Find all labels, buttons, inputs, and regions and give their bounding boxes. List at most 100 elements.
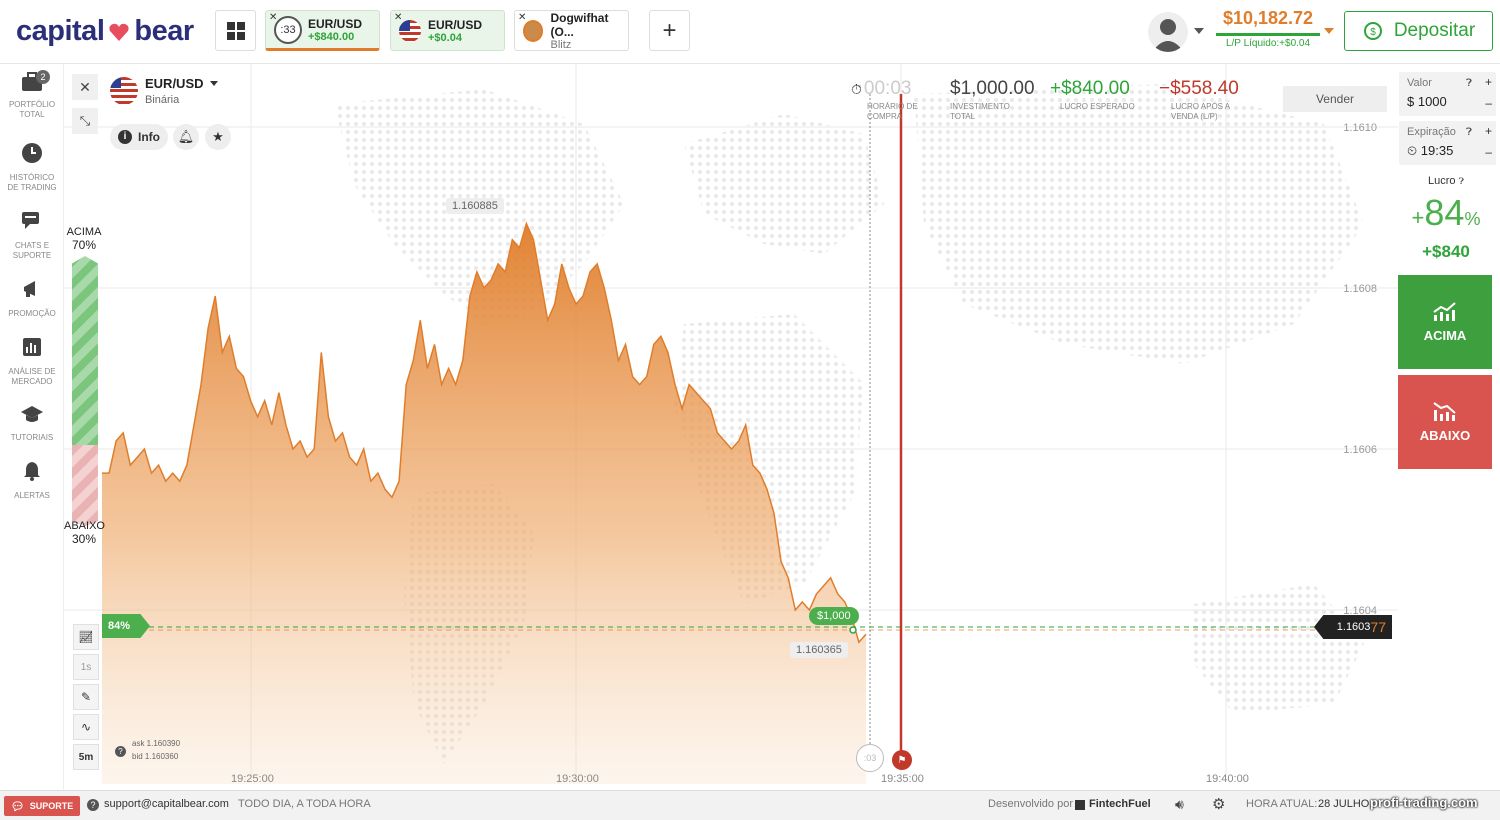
stopwatch-icon: ⏱︎ bbox=[851, 80, 862, 97]
chart-type-button[interactable]: 📈︎ bbox=[73, 624, 99, 650]
support-label: SUPORTE bbox=[29, 801, 74, 811]
logo-text-left: capital bbox=[16, 14, 105, 47]
close-tab-icon[interactable]: ✕ bbox=[518, 12, 526, 23]
timer-label: HORÁRIO DE COMPRA bbox=[867, 102, 918, 121]
amount-input[interactable]: Valor ❓︎ $ 1000 + – bbox=[1399, 72, 1496, 116]
grid-layout-button[interactable] bbox=[215, 10, 256, 51]
user-avatar[interactable] bbox=[1148, 12, 1188, 52]
favorite-button[interactable]: ★ bbox=[205, 124, 231, 150]
sidebar-item-tutorials[interactable]: TUTORIAIS bbox=[0, 404, 64, 443]
sound-icon[interactable]: 🔊︎ bbox=[1175, 796, 1184, 813]
y-tick-label: 1.1606 bbox=[1343, 444, 1377, 456]
sale-value: −$558.40 bbox=[1159, 78, 1239, 99]
price-chart[interactable]: 1.16101.16081.16061.1604 bbox=[64, 64, 1398, 790]
support-button[interactable]: 💬︎ SUPORTE bbox=[4, 796, 80, 816]
capitalbear-logo[interactable]: capital bear bbox=[16, 14, 194, 48]
support-email-link[interactable]: support@capitalbear.com bbox=[104, 798, 229, 810]
collapse-chart-button[interactable]: ⤡ bbox=[72, 108, 98, 134]
sentiment-down: ABAIXO 30% bbox=[64, 520, 105, 546]
sidebar-item-portfolio[interactable]: 2 PORTFÓLIO TOTAL bbox=[0, 70, 64, 120]
asset-tab-eurusd[interactable]: ✕ EUR/USD +$0.04 bbox=[390, 10, 505, 51]
add-tab-button[interactable]: + bbox=[649, 10, 690, 51]
balance-widget[interactable]: $10,182.72 L/P Líquido:+$0.04 bbox=[1216, 8, 1320, 49]
put-down-button[interactable]: ABAIXO bbox=[1398, 375, 1492, 469]
settings-gear-icon[interactable]: ⚙ bbox=[1212, 795, 1225, 813]
trend-down-icon bbox=[1433, 401, 1456, 421]
refresh-dollar-icon: $ bbox=[1363, 22, 1382, 40]
alert-bell-button[interactable]: 🔔︎ bbox=[173, 124, 199, 150]
sidebar-item-chat[interactable]: CHATS E SUPORTE bbox=[0, 210, 64, 261]
help-icon[interactable]: ? bbox=[115, 746, 126, 757]
draw-tool-button[interactable]: ✎ bbox=[73, 684, 99, 710]
net-pl: L/P Líquido:+$0.04 bbox=[1225, 38, 1311, 49]
call-up-button[interactable]: ACIMA bbox=[1398, 275, 1492, 369]
time-value: 28 JULHO, bbox=[1318, 798, 1373, 810]
entry-price-label: 1.160365 bbox=[790, 642, 848, 658]
amount-increase-button[interactable]: + bbox=[1485, 75, 1492, 89]
chart-area[interactable]: 1.1610 1.1608 1.1606 1.1604 19:25:00 19:30:… bbox=[64, 64, 1398, 790]
expiry-input[interactable]: Expiração ❓︎ ⏲︎ 19:35 + – bbox=[1399, 121, 1496, 165]
indicator-button[interactable]: ∿ bbox=[73, 714, 99, 740]
asset-name: EUR/USD bbox=[145, 76, 204, 91]
graduation-cap-icon bbox=[21, 406, 43, 422]
user-menu-chevron-icon[interactable] bbox=[1194, 28, 1204, 34]
wave-icon: ∿ bbox=[80, 720, 92, 734]
info-button[interactable]: i Info bbox=[110, 124, 168, 150]
amount-help-icon[interactable]: ❓︎ bbox=[1466, 78, 1472, 89]
sidebar-item-promo[interactable]: PROMOÇÃO bbox=[0, 278, 64, 319]
top-header: capital bear ✕ :33 EUR/USD +$840.00 ✕ EU… bbox=[0, 0, 1500, 64]
deposit-label: Depositar bbox=[1393, 20, 1476, 41]
close-chart-button[interactable]: ✕ bbox=[72, 74, 98, 100]
asset-dropdown-icon[interactable] bbox=[209, 81, 218, 86]
collapse-icon: ⤡ bbox=[79, 113, 91, 128]
position-amount-tag[interactable]: $1,000 bbox=[809, 607, 859, 625]
bell-icon bbox=[24, 462, 40, 481]
asset-tab-dogwifhat[interactable]: ✕ Dogwifhat (O... Blitz bbox=[514, 10, 629, 51]
timeframe-button[interactable]: 5m bbox=[73, 744, 99, 770]
balance-chevron-icon[interactable] bbox=[1324, 28, 1334, 34]
sell-button[interactable]: Vender bbox=[1283, 86, 1387, 112]
expiry-value: ⏲︎ 19:35 bbox=[1407, 143, 1453, 159]
current-price-prefix: 1.1603 bbox=[1336, 621, 1371, 633]
expected-value: +$840.00 bbox=[1050, 78, 1130, 99]
profit-sign: + bbox=[1411, 205, 1425, 230]
sentiment-down-fill bbox=[72, 445, 98, 526]
expiry-increase-button[interactable]: + bbox=[1485, 124, 1492, 138]
amount-decrease-button[interactable]: – bbox=[1485, 96, 1492, 110]
payout-tag: 84% bbox=[102, 614, 150, 638]
balance-underline bbox=[1216, 33, 1320, 36]
megaphone-icon bbox=[24, 281, 35, 297]
sidebar-item-alerts[interactable]: ALERTAS bbox=[0, 460, 64, 501]
interval-button[interactable]: 1s bbox=[73, 654, 99, 680]
investment-value: $1,000.00 bbox=[950, 78, 1035, 99]
expiry-help-icon[interactable]: ❓︎ bbox=[1466, 127, 1472, 138]
expected-profit: +$840.00 LUCRO ESPERADO bbox=[1050, 78, 1135, 112]
tab-title: EUR/USD bbox=[308, 16, 363, 31]
deposit-button[interactable]: $ Depositar bbox=[1344, 11, 1493, 51]
balance-amount: $10,182.72 bbox=[1222, 8, 1314, 28]
tab-timer-icon: :33 bbox=[274, 15, 302, 44]
sidebar-item-label: PROMOÇÃO bbox=[8, 309, 56, 318]
close-tab-icon[interactable]: ✕ bbox=[269, 12, 277, 23]
asset-selector[interactable]: EUR/USD Binária bbox=[110, 76, 218, 106]
trend-up-icon bbox=[1433, 301, 1456, 321]
expiry-decrease-button[interactable]: – bbox=[1485, 145, 1492, 159]
sidebar-item-label: HISTÓRICO DE TRADING bbox=[7, 173, 57, 192]
profit-label: Lucro bbox=[1427, 175, 1456, 187]
total-investment: $1,000.00 INVESTIMENTO TOTAL bbox=[950, 78, 1035, 122]
profit-help-icon[interactable]: ❓︎ bbox=[1459, 176, 1464, 186]
sale-label: LUCRO APÓS A VENDA (L/P) bbox=[1171, 102, 1230, 121]
sidebar-item-label: TUTORIAIS bbox=[10, 433, 54, 442]
sentiment-up-label: ACIMA bbox=[66, 226, 102, 238]
x-tick-label: 19:25:00 bbox=[231, 773, 274, 785]
footer-bar: 💬︎ SUPORTE ? support@capitalbear.com TOD… bbox=[0, 790, 1500, 820]
ask-price: ask 1.160390 bbox=[132, 739, 181, 748]
current-price-tag: 1.1603 77 bbox=[1314, 615, 1392, 639]
asset-tab-eurusd-active[interactable]: ✕ :33 EUR/USD +$840.00 bbox=[265, 10, 380, 51]
sidebar-item-analysis[interactable]: ANÁLISE DE MERCADO bbox=[0, 336, 64, 387]
put-down-label: ABAIXO bbox=[1419, 427, 1471, 443]
user-icon bbox=[1152, 19, 1184, 52]
price-series bbox=[102, 221, 867, 785]
dev-name[interactable]: FintechFuel bbox=[1089, 798, 1151, 810]
sidebar-item-history[interactable]: HISTÓRICO DE TRADING bbox=[0, 142, 64, 193]
